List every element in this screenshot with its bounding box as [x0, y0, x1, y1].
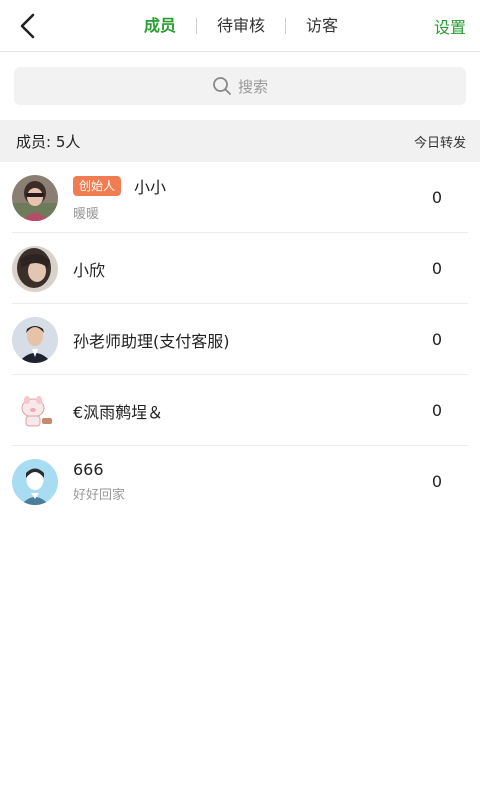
search-icon — [213, 77, 231, 95]
member-name: €沨雨鹩埕＆ — [73, 402, 164, 422]
forward-count: 0 — [431, 401, 442, 420]
tab-pending-review[interactable]: 待审核 — [197, 16, 285, 36]
search-area: 搜索 — [0, 52, 480, 120]
member-count-label: 成员: 5人 — [16, 132, 81, 151]
member-info: 小欣 — [73, 233, 105, 304]
back-button[interactable] — [12, 10, 44, 42]
member-subtitle: 暖暖 — [73, 206, 100, 222]
member-name: 666 — [73, 460, 104, 479]
member-name: 孙老师助理(支付客服) — [73, 331, 230, 351]
member-row[interactable]: €沨雨鹩埕＆ 0 — [0, 375, 480, 446]
search-placeholder: 搜索 — [237, 77, 268, 96]
member-info: 创始人 小小 暖暖 — [73, 162, 166, 233]
settings-button[interactable]: 设置 — [434, 14, 466, 38]
avatar — [12, 317, 58, 363]
forward-count: 0 — [431, 472, 442, 491]
forward-count: 0 — [431, 330, 442, 349]
search-input[interactable]: 搜索 — [14, 67, 466, 105]
founder-badge: 创始人 — [73, 175, 122, 196]
member-row[interactable]: 创始人 小小 暖暖 0 — [0, 162, 480, 233]
member-info: 666 好好回家 — [73, 446, 125, 517]
tab-visitors[interactable]: 访客 — [286, 16, 358, 36]
members-section-header: 成员: 5人 今日转发 — [0, 120, 480, 162]
avatar — [12, 388, 58, 434]
avatar — [12, 459, 58, 505]
avatar — [12, 175, 58, 221]
tab-members[interactable]: 成员 — [124, 16, 196, 36]
member-row[interactable]: 666 好好回家 0 — [0, 446, 480, 517]
top-nav-bar: 成员 待审核 访客 设置 — [0, 0, 480, 52]
member-row[interactable]: 孙老师助理(支付客服) 0 — [0, 304, 480, 375]
member-info: €沨雨鹩埕＆ — [73, 375, 163, 446]
today-forwards-label: 今日转发 — [413, 135, 466, 151]
member-name-line: 创始人 小小 — [73, 174, 166, 198]
tab-bar: 成员 待审核 访客 — [124, 0, 358, 52]
member-subtitle: 好好回家 — [73, 488, 126, 503]
avatar — [12, 246, 58, 292]
member-row[interactable]: 小欣 0 — [0, 233, 480, 304]
forward-count: 0 — [431, 259, 442, 278]
member-name: 小欣 — [73, 260, 106, 280]
forward-count: 0 — [431, 188, 442, 207]
member-list: 创始人 小小 暖暖 0 小欣 0 孙老师助理(支付客服) 0 €沨雨鹩埕＆ 0 … — [0, 162, 480, 517]
member-name: 小小 — [134, 177, 167, 197]
chevron-left-icon — [20, 13, 35, 39]
member-info: 孙老师助理(支付客服) — [73, 304, 230, 375]
